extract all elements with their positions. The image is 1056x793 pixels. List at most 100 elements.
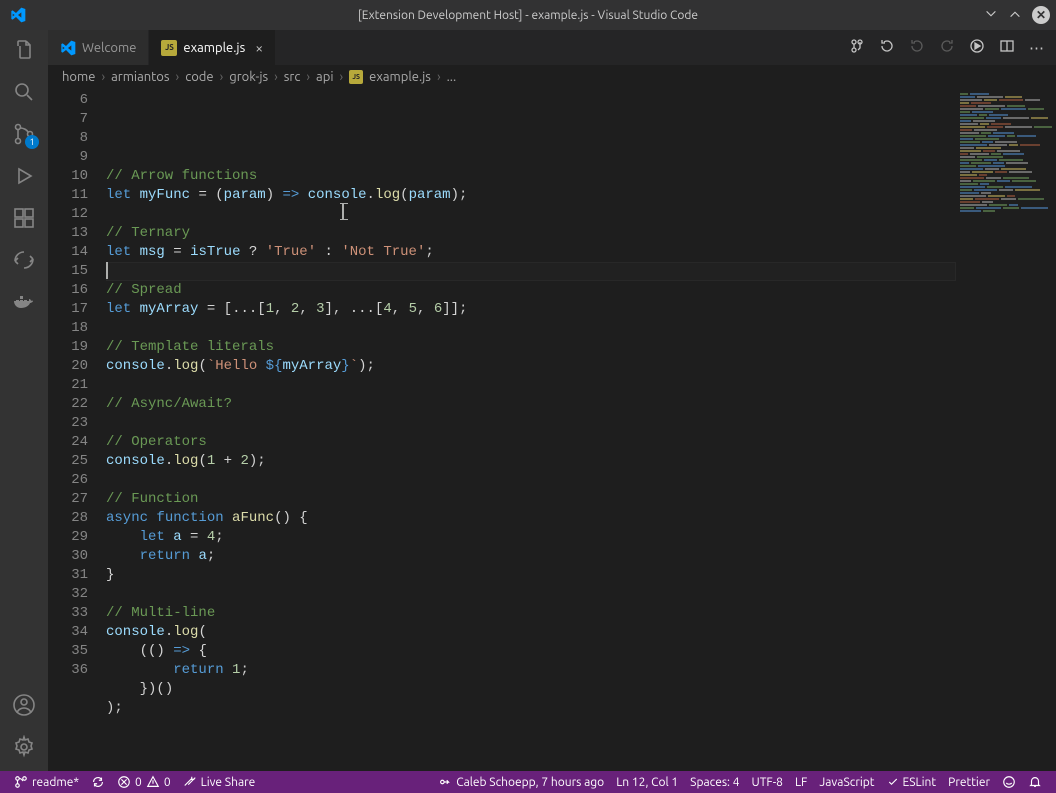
code-line[interactable]: // Ternary [106,224,956,243]
breadcrumbs[interactable]: home› armiantos› code› grok-js› src› api… [48,65,1056,89]
code-line[interactable] [106,205,956,224]
code-line[interactable]: console.log( [106,623,956,642]
breadcrumb-item[interactable]: api [316,70,333,84]
prettier[interactable]: Prettier [942,776,996,789]
tabbar: Welcome JS example.js × ⋯ [48,30,1056,65]
breadcrumb-item[interactable]: grok-js [229,70,268,84]
window-title: [Extension Development Host] - example.j… [358,9,698,22]
code-line[interactable]: // Operators [106,433,956,452]
code-line[interactable]: // Spread [106,281,956,300]
remote-icon[interactable] [12,248,36,272]
line-number: 20 [48,357,88,376]
line-number: 8 [48,129,88,148]
tab-label: example.js [183,41,245,55]
minimize-icon[interactable] [984,7,998,24]
code-line[interactable] [106,376,956,395]
breadcrumb-item[interactable]: code [185,70,213,84]
code-line[interactable] [106,414,956,433]
cursor-position[interactable]: Ln 12, Col 1 [610,776,684,789]
minimap[interactable] [956,89,1056,771]
accounts-icon[interactable] [12,693,36,717]
breadcrumb-item[interactable]: src [284,70,301,84]
breadcrumb-item[interactable]: home [62,70,95,84]
sync-button[interactable] [85,771,111,793]
problems[interactable]: 0 0 [111,771,177,793]
scm-badge: 1 [25,135,39,149]
search-icon[interactable] [12,80,36,104]
breadcrumb-item[interactable]: example.js [369,70,431,84]
extensions-icon[interactable] [12,206,36,230]
revert-icon[interactable] [879,38,895,57]
tab-close-icon[interactable]: × [255,40,263,56]
line-number: 7 [48,110,88,129]
explorer-icon[interactable] [12,38,36,62]
code-line[interactable]: let msg = isTrue ? 'True' : 'Not True'; [106,243,956,262]
code-line[interactable]: ); [106,699,956,718]
line-number: 34 [48,623,88,642]
more-icon[interactable]: ⋯ [1029,39,1044,57]
line-number: 25 [48,452,88,471]
git-blame[interactable]: Caleb Schoepp, 7 hours ago [432,775,610,789]
line-number: 26 [48,471,88,490]
next-change-icon[interactable] [939,38,955,57]
breadcrumb-item[interactable]: armiantos [111,70,169,84]
run-icon[interactable] [969,38,985,57]
code-line[interactable]: // Template literals [106,338,956,357]
code-line[interactable] [106,319,956,338]
titlebar: [Extension Development Host] - example.j… [0,0,1056,30]
code-line[interactable]: return a; [106,547,956,566]
line-number: 13 [48,224,88,243]
code-line[interactable]: // Arrow functions [106,167,956,186]
code-line[interactable] [106,585,956,604]
line-number: 14 [48,243,88,262]
line-number: 21 [48,376,88,395]
indentation[interactable]: Spaces: 4 [684,776,745,789]
js-file-icon: JS [161,40,177,56]
js-file-icon: JS [349,70,363,84]
code-line[interactable]: let myArray = [...[1, 2, 3], ...[4, 5, 6… [106,300,956,319]
code-line[interactable]: // Async/Await? [106,395,956,414]
code-line[interactable]: let a = 4; [106,528,956,547]
editor[interactable]: 6789101112131415161718192021222324252627… [48,89,1056,771]
prev-change-icon[interactable] [909,38,925,57]
feedback-icon[interactable] [996,775,1022,789]
code-line[interactable]: // Function [106,490,956,509]
code-line[interactable] [106,718,956,737]
code-line[interactable] [106,262,956,281]
tab-actions: ⋯ [849,30,1056,65]
git-branch[interactable]: readme* [8,771,85,793]
split-editor-icon[interactable] [999,38,1015,57]
code-line[interactable]: return 1; [106,661,956,680]
compare-icon[interactable] [849,38,865,57]
code-line[interactable]: // Multi-line [106,604,956,623]
liveshare[interactable]: Live Share [177,771,262,793]
breadcrumb-item[interactable]: ... [447,70,457,84]
code-line[interactable]: console.log(`Hello ${myArray}`); [106,357,956,376]
code-line[interactable]: (() => { [106,642,956,661]
eslint[interactable]: ESLint [881,776,943,789]
bell-icon[interactable] [1022,775,1048,789]
encoding[interactable]: UTF-8 [746,776,789,789]
activitybar: 1 [0,30,48,771]
docker-icon[interactable] [12,290,36,314]
settings-gear-icon[interactable] [12,735,36,759]
tab-welcome[interactable]: Welcome [48,30,149,65]
line-number: 31 [48,566,88,585]
close-icon[interactable]: ✕ [1032,6,1050,24]
language[interactable]: JavaScript [813,776,880,789]
maximize-icon[interactable] [1008,7,1022,24]
code-line[interactable]: console.log(1 + 2); [106,452,956,471]
code-line[interactable]: async function aFunc() { [106,509,956,528]
debug-icon[interactable] [12,164,36,188]
tab-example-js[interactable]: JS example.js × [149,30,276,65]
scm-icon[interactable]: 1 [12,122,36,146]
eol[interactable]: LF [789,776,813,789]
code-line[interactable] [106,148,956,167]
line-number: 32 [48,585,88,604]
code-line[interactable] [106,471,956,490]
gutter: 6789101112131415161718192021222324252627… [48,89,106,771]
code-line[interactable]: } [106,566,956,585]
code-line[interactable]: let myFunc = (param) => console.log(para… [106,186,956,205]
code-area[interactable]: // Arrow functionslet myFunc = (param) =… [106,89,956,771]
code-line[interactable]: })() [106,680,956,699]
